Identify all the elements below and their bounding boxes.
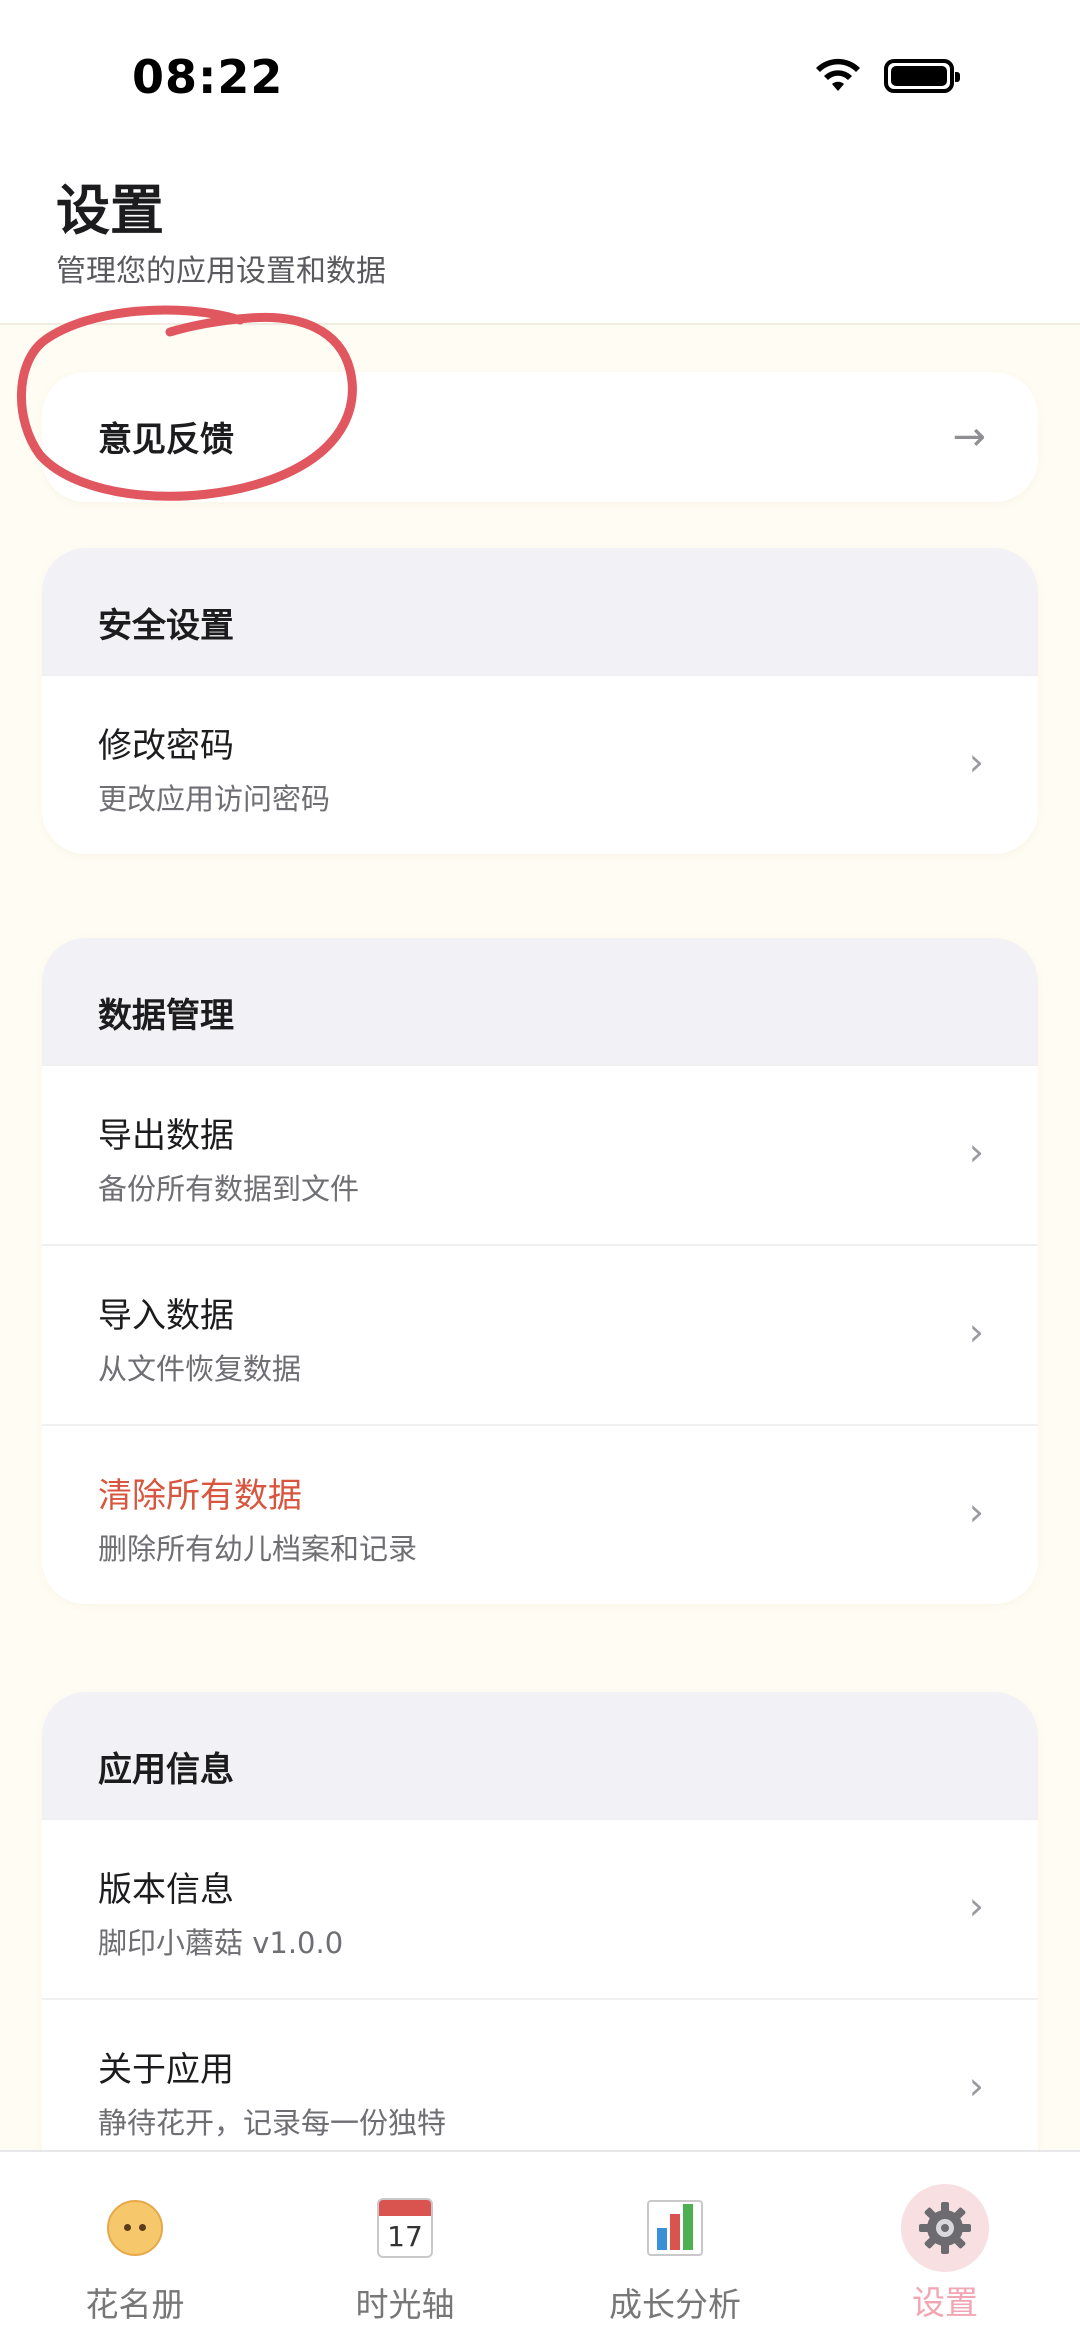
tab-label: 时光轴 (355, 2285, 455, 2324)
tab-growth-analysis[interactable]: 成长分析 (540, 2152, 810, 2341)
page-header: 设置 管理您的应用设置和数据 (0, 150, 1080, 325)
tab-label: 设置 (912, 2283, 978, 2322)
row-subtitle: 删除所有幼儿档案和记录 (98, 1532, 418, 1566)
page-title: 设置 (56, 179, 164, 242)
row-title: 导出数据 (98, 1116, 234, 1156)
status-time: 08:22 (132, 50, 284, 104)
change-password-row[interactable]: 修改密码 更改应用访问密码 › (42, 674, 1038, 854)
section-title: 数据管理 (98, 996, 234, 1036)
row-title: 关于应用 (98, 2050, 234, 2090)
row-subtitle: 静待花开，记录每一份独特 (98, 2106, 447, 2140)
tab-settings[interactable]: 设置 (810, 2152, 1080, 2341)
security-settings-section: 安全设置 修改密码 更改应用访问密码 › (42, 548, 1038, 854)
row-title: 版本信息 (98, 1870, 234, 1910)
settings-screen: 08:22 设置 管理您的应用设置和数据 意见反馈 → 安全设置 修改密码 更改… (0, 0, 1080, 2341)
row-subtitle: 脚印小蘑菇 v1.0.0 (98, 1926, 344, 1960)
gear-icon (901, 2184, 989, 2272)
row-title: 导入数据 (98, 1296, 234, 1336)
tab-timeline[interactable]: 17 时光轴 (270, 2152, 540, 2341)
tab-label: 成长分析 (609, 2285, 741, 2324)
chevron-right-icon: › (968, 1884, 984, 1928)
page-subtitle: 管理您的应用设置和数据 (56, 254, 386, 289)
arrow-right-icon: → (952, 414, 986, 460)
status-icons (814, 58, 960, 94)
section-header: 安全设置 (42, 548, 1038, 674)
feedback-button[interactable]: 意见反馈 → (42, 372, 1038, 502)
export-data-row[interactable]: 导出数据 备份所有数据到文件 › (42, 1064, 1038, 1244)
chevron-right-icon: › (968, 1310, 984, 1354)
calendar-icon: 17 (369, 2192, 441, 2264)
feedback-label: 意见反馈 (98, 420, 234, 460)
chevron-right-icon: › (968, 1490, 984, 1534)
status-bar: 08:22 (0, 0, 1080, 150)
row-subtitle: 备份所有数据到文件 (98, 1172, 360, 1206)
section-header: 应用信息 (42, 1692, 1038, 1818)
tab-bar: 花名册 17 时光轴 成长分析 设置 (0, 2150, 1080, 2341)
tab-roster[interactable]: 花名册 (0, 2152, 270, 2341)
row-subtitle: 更改应用访问密码 (98, 782, 331, 816)
tab-label: 花名册 (85, 2285, 185, 2324)
baby-face-icon (99, 2192, 171, 2264)
data-management-section: 数据管理 导出数据 备份所有数据到文件 › 导入数据 从文件恢复数据 › 清除所… (42, 938, 1038, 1604)
section-title: 应用信息 (98, 1750, 234, 1790)
row-subtitle: 从文件恢复数据 (98, 1352, 302, 1386)
battery-icon (884, 59, 960, 93)
bar-chart-icon (639, 2192, 711, 2264)
chevron-right-icon: › (968, 2064, 984, 2108)
row-title: 修改密码 (98, 726, 234, 766)
wifi-icon (816, 58, 860, 91)
section-title: 安全设置 (98, 606, 234, 646)
version-info-row[interactable]: 版本信息 脚印小蘑菇 v1.0.0 › (42, 1818, 1038, 1998)
clear-all-data-row[interactable]: 清除所有数据 删除所有幼儿档案和记录 › (42, 1424, 1038, 1604)
import-data-row[interactable]: 导入数据 从文件恢复数据 › (42, 1244, 1038, 1424)
section-header: 数据管理 (42, 938, 1038, 1064)
row-title-danger: 清除所有数据 (98, 1476, 302, 1516)
chevron-right-icon: › (968, 1130, 984, 1174)
chevron-right-icon: › (968, 740, 984, 784)
